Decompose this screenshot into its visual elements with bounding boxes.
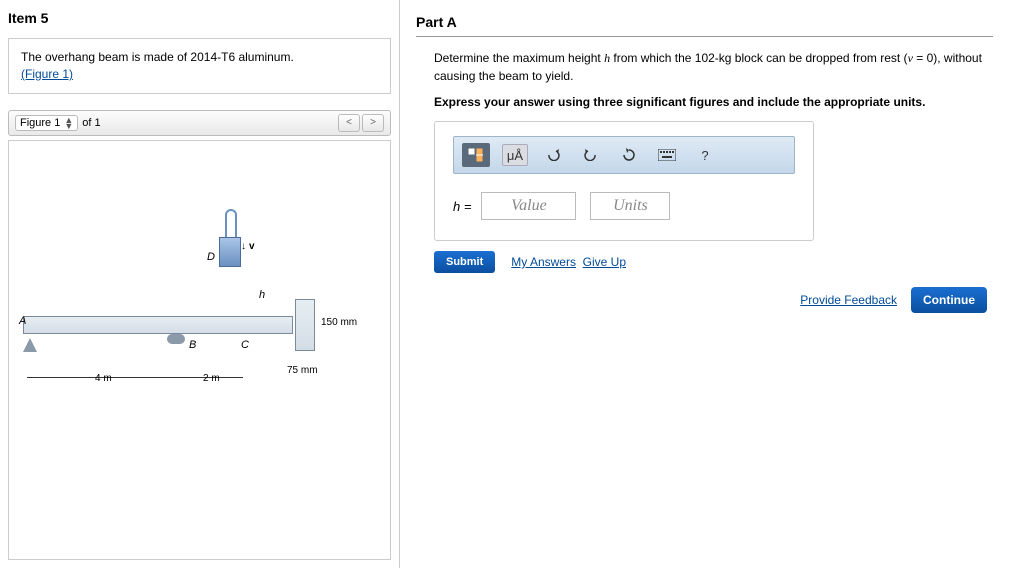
figure-selector[interactable]: Figure 1 ▲▼: [15, 115, 78, 131]
equation-toolbar: μÅ ?: [453, 136, 795, 174]
my-answers-link[interactable]: My Answers: [511, 255, 576, 269]
figure-of-text: of 1: [82, 117, 100, 129]
provide-feedback-link[interactable]: Provide Feedback: [800, 293, 897, 307]
figure-dim-2m: 2 m: [203, 373, 220, 384]
submit-button[interactable]: Submit: [434, 251, 495, 273]
figure-label-a: A: [19, 315, 26, 327]
continue-button[interactable]: Continue: [911, 287, 987, 313]
fraction-icon: [468, 148, 484, 162]
answer-row: h = Value Units: [439, 184, 809, 236]
answer-variable-label: h =: [453, 199, 471, 214]
figure-label-v: v: [249, 241, 255, 252]
templates-button[interactable]: [462, 143, 490, 167]
stepper-icon[interactable]: ▲▼: [64, 117, 73, 129]
figure-label-c: C: [241, 339, 249, 351]
figure-prev-button[interactable]: <: [338, 114, 360, 132]
help-button[interactable]: ?: [692, 144, 718, 166]
undo-button[interactable]: [540, 144, 566, 166]
problem-statement: The overhang beam is made of 2014-T6 alu…: [8, 38, 391, 94]
figure-dim-4m: 4 m: [95, 373, 112, 384]
answer-links: My Answers Give Up: [511, 255, 626, 269]
figure-support-b: [167, 334, 185, 344]
figure-hook: [225, 209, 237, 237]
figure-label-b: B: [189, 339, 196, 351]
figure-dim-150: 150 mm: [321, 317, 357, 328]
figure-block: [219, 237, 241, 267]
part-title: Part A: [416, 8, 993, 37]
answer-block: μÅ ? h = Val: [434, 121, 814, 241]
undo-icon: [546, 149, 560, 161]
figure-selector-label: Figure 1: [20, 117, 60, 129]
action-row: Submit My Answers Give Up: [434, 251, 993, 273]
figure-section: [295, 299, 315, 351]
footer-row: Provide Feedback Continue: [416, 287, 993, 313]
keyboard-icon: [658, 149, 676, 161]
reset-button[interactable]: [616, 144, 642, 166]
units-input[interactable]: Units: [590, 192, 670, 220]
figure-label-h: h: [259, 289, 265, 301]
figure-canvas: ↓ v D h A B C 150 mm 75 mm 4 m 2 m: [8, 140, 391, 560]
keyboard-button[interactable]: [654, 144, 680, 166]
value-input[interactable]: Value: [481, 192, 576, 220]
figure-support-a: [23, 334, 37, 352]
redo-icon: [584, 149, 598, 161]
arrow-down-icon: ↓: [241, 241, 246, 252]
item-header: Item 5: [0, 0, 399, 30]
give-up-link[interactable]: Give Up: [583, 255, 626, 269]
figure-beam: [23, 316, 293, 334]
reset-icon: [622, 148, 636, 162]
units-button[interactable]: μÅ: [502, 144, 528, 166]
question-text: Determine the maximum height h from whic…: [434, 49, 993, 85]
figure-dim-75: 75 mm: [287, 365, 318, 376]
figure-next-button[interactable]: >: [362, 114, 384, 132]
right-panel: Part A Determine the maximum height h fr…: [400, 0, 1009, 568]
left-panel: Item 5 The overhang beam is made of 2014…: [0, 0, 400, 568]
figure-link[interactable]: (Figure 1): [21, 67, 73, 81]
figure-label-d: D: [207, 251, 215, 263]
instruction-text: Express your answer using three signific…: [434, 95, 993, 109]
problem-text: The overhang beam is made of 2014-T6 alu…: [21, 50, 294, 64]
redo-button[interactable]: [578, 144, 604, 166]
figure-nav: Figure 1 ▲▼ of 1 < >: [8, 110, 391, 136]
